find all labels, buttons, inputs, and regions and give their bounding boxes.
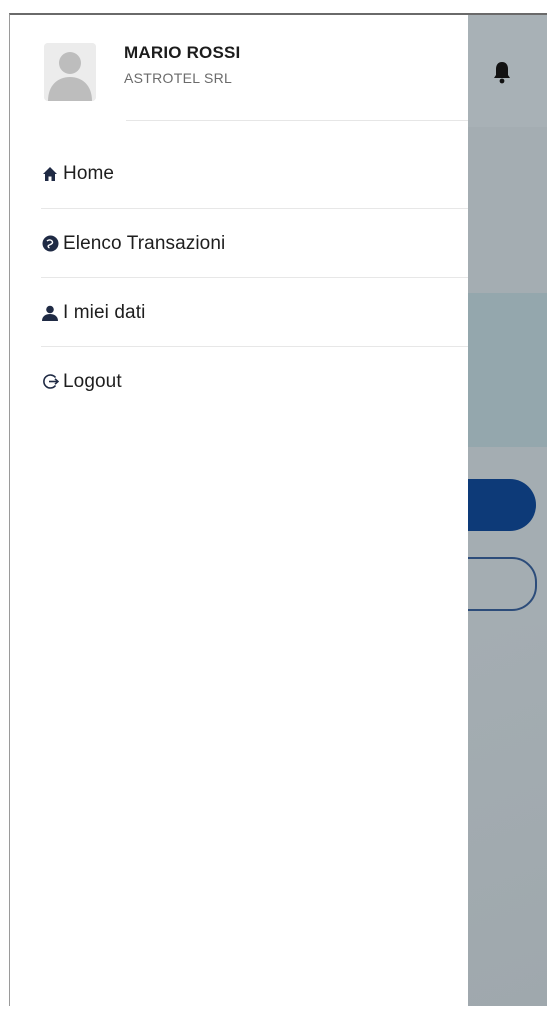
menu-item-logout[interactable]: Logout — [10, 347, 468, 416]
user-company: ASTROTEL SRL — [124, 70, 233, 86]
profile-header: MARIO ROSSI ASTROTEL SRL — [10, 15, 468, 123]
home-icon — [41, 165, 59, 183]
avatar — [44, 43, 96, 101]
profile-divider — [126, 120, 468, 121]
drawer-menu: Home Elenco Transazioni I miei dati Logo… — [10, 139, 468, 416]
side-drawer: MARIO ROSSI ASTROTEL SRL Home Elenco Tra… — [10, 15, 468, 1006]
transactions-icon — [41, 235, 59, 253]
logout-icon — [41, 373, 59, 391]
menu-label-logout: Logout — [63, 370, 122, 392]
avatar-placeholder-icon — [44, 43, 96, 101]
menu-item-my-data[interactable]: I miei dati — [10, 278, 468, 347]
user-icon — [41, 304, 59, 322]
menu-label-my-data: I miei dati — [63, 301, 146, 323]
menu-label-home: Home — [63, 163, 115, 184]
notification-bell-icon[interactable] — [492, 60, 512, 84]
menu-item-transactions[interactable]: Elenco Transazioni — [10, 209, 468, 278]
menu-label-transactions: Elenco Transazioni — [63, 232, 226, 254]
app-frame: MARIO ROSSI ASTROTEL SRL Home Elenco Tra… — [9, 13, 547, 1006]
user-name: MARIO ROSSI — [124, 43, 241, 62]
menu-item-home[interactable]: Home — [10, 139, 468, 209]
